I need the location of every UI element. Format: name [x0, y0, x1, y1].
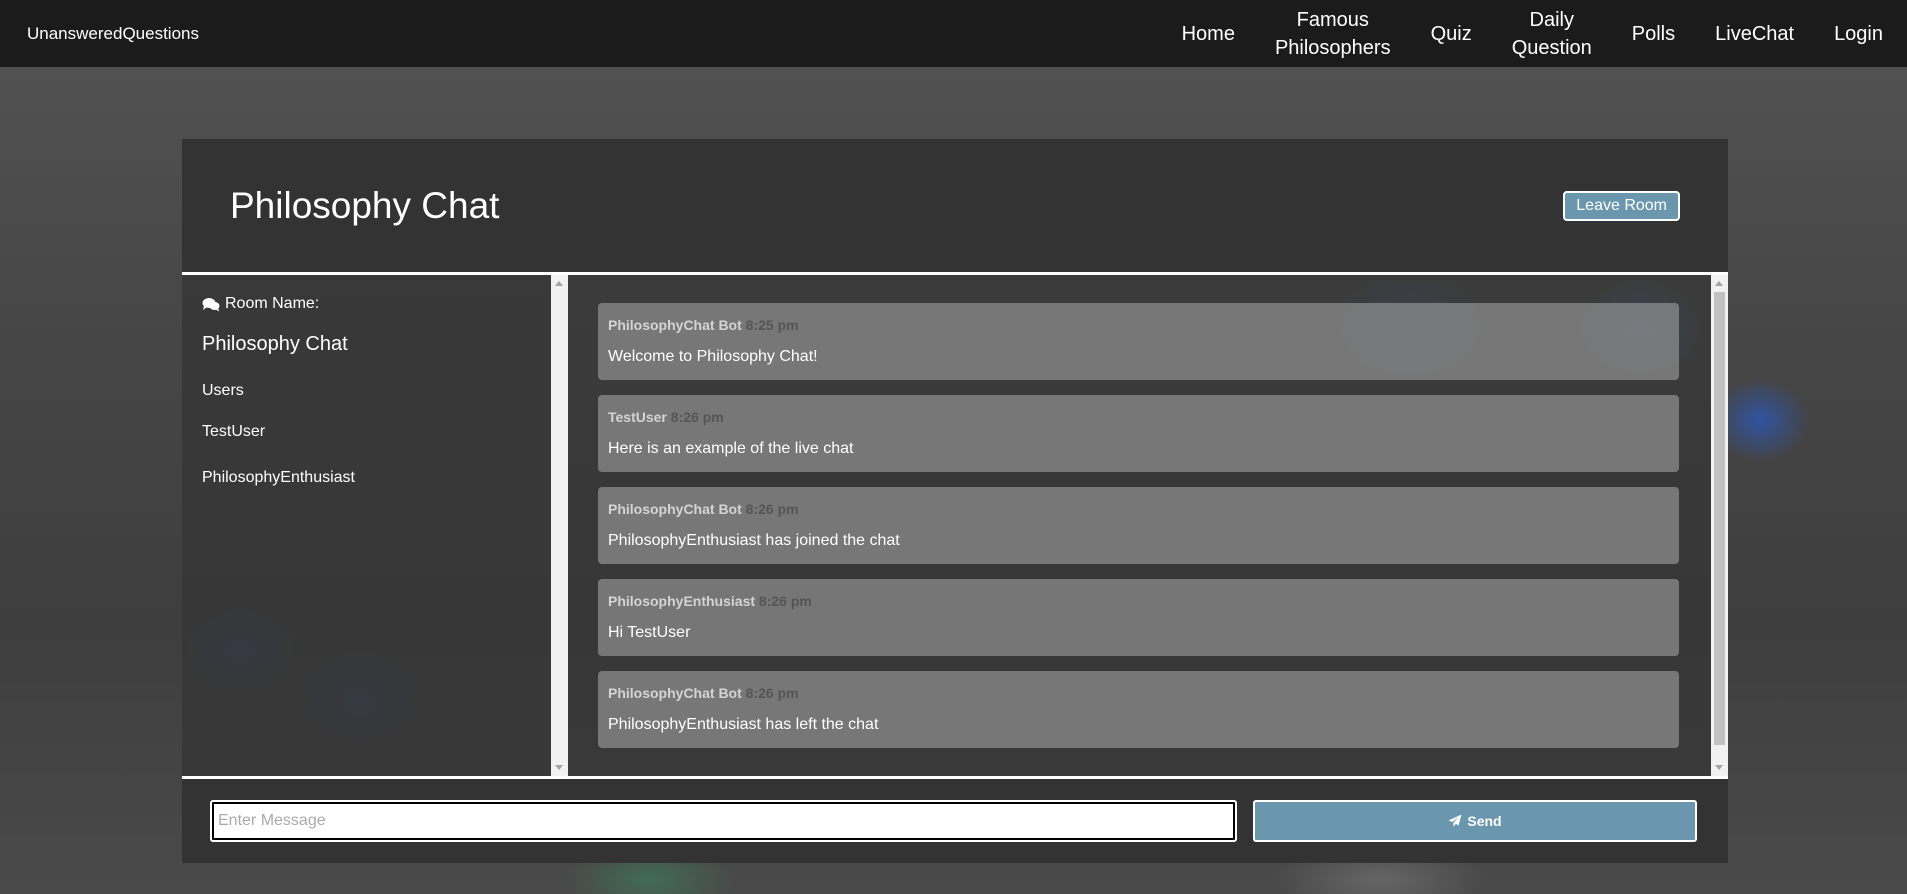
- chat-messages: PhilosophyChat Bot 8:25 pm Welcome to Ph…: [568, 275, 1711, 776]
- messages-scrollbar[interactable]: [1711, 275, 1728, 776]
- send-button-label: Send: [1467, 813, 1502, 829]
- message: TestUser 8:26 pm Here is an example of t…: [598, 395, 1679, 472]
- message-meta: PhilosophyEnthusiast 8:26 pm: [608, 593, 1669, 609]
- message-user: PhilosophyChat Bot: [608, 501, 742, 517]
- nav-link-login[interactable]: Login: [1814, 20, 1907, 48]
- nav-link-label: Login: [1834, 22, 1883, 45]
- message-text: Here is an example of the live chat: [608, 440, 854, 457]
- message-time: 8:26 pm: [758, 593, 812, 609]
- message-meta: PhilosophyChat Bot 8:25 pm: [608, 317, 1669, 333]
- user-item: PhilosophyEnthusiast: [202, 469, 355, 486]
- nav-link-home[interactable]: Home: [1162, 20, 1255, 48]
- scroll-down-arrow-icon[interactable]: [1715, 765, 1723, 770]
- chat-header: Philosophy Chat Leave Room: [182, 139, 1728, 275]
- scrollbar-thumb[interactable]: [1714, 292, 1725, 745]
- message-meta: TestUser 8:26 pm: [608, 409, 1669, 425]
- nav-link-famous-philosophers[interactable]: Famous Philosophers: [1255, 6, 1411, 62]
- nav-link-quiz[interactable]: Quiz: [1411, 20, 1492, 48]
- message-meta: PhilosophyChat Bot 8:26 pm: [608, 685, 1669, 701]
- navbar: UnansweredQuestions Home Famous Philosoph…: [0, 0, 1907, 67]
- nav-link-label: Question: [1511, 36, 1592, 59]
- chat-sidebar: Room Name: Philosophy Chat Users TestUse…: [182, 275, 551, 776]
- send-button[interactable]: Send: [1253, 800, 1697, 842]
- message-text: PhilosophyEnthusiast has left the chat: [608, 716, 879, 733]
- nav-link-label: Polls: [1631, 22, 1676, 45]
- scroll-up-arrow-icon[interactable]: [555, 281, 563, 286]
- message-input[interactable]: [210, 800, 1237, 842]
- message-time: 8:25 pm: [745, 317, 799, 333]
- nav-link-daily-question[interactable]: Daily Question: [1492, 6, 1612, 62]
- comments-icon: [202, 297, 220, 311]
- user-list: TestUser PhilosophyEnthusiast: [202, 423, 531, 487]
- message-user: TestUser: [608, 409, 667, 425]
- user-item: TestUser: [202, 423, 266, 440]
- message-meta: PhilosophyChat Bot 8:26 pm: [608, 501, 1669, 517]
- nav-link-polls[interactable]: Polls: [1612, 20, 1695, 48]
- message: PhilosophyChat Bot 8:26 pm PhilosophyEnt…: [598, 671, 1679, 748]
- message: PhilosophyChat Bot 8:26 pm PhilosophyEnt…: [598, 487, 1679, 564]
- nav-links: Home Famous Philosophers Quiz Daily Questi…: [1162, 0, 1907, 67]
- message-time: 8:26 pm: [670, 409, 724, 425]
- scroll-down-arrow-icon[interactable]: [555, 765, 563, 770]
- nav-link-label: Home: [1181, 22, 1235, 45]
- nav-link-label: Quiz: [1430, 22, 1472, 45]
- message-text: Welcome to Philosophy Chat!: [608, 348, 818, 365]
- nav-link-label: Philosophers: [1274, 36, 1391, 59]
- message-form: Send: [182, 776, 1728, 863]
- message-text: Hi TestUser: [608, 624, 691, 641]
- message: PhilosophyChat Bot 8:25 pm Welcome to Ph…: [598, 303, 1679, 380]
- nav-link-label: LiveChat: [1715, 22, 1795, 45]
- paper-plane-icon: [1448, 814, 1462, 827]
- message-user: PhilosophyEnthusiast: [608, 593, 756, 609]
- chat-main: Room Name: Philosophy Chat Users TestUse…: [182, 275, 1728, 776]
- message-user: PhilosophyChat Bot: [608, 317, 742, 333]
- sidebar-scrollbar[interactable]: [551, 275, 568, 776]
- message-user: PhilosophyChat Bot: [608, 685, 742, 701]
- message-text: PhilosophyEnthusiast has joined the chat: [608, 532, 900, 549]
- message-time: 8:26 pm: [745, 685, 799, 701]
- chat-container: Philosophy Chat Leave Room Room Name: Ph…: [182, 139, 1728, 863]
- message: PhilosophyEnthusiast 8:26 pm Hi TestUser: [598, 579, 1679, 656]
- room-label: Room Name:: [202, 295, 531, 313]
- leave-room-button[interactable]: Leave Room: [1563, 190, 1680, 221]
- brand-logo[interactable]: UnansweredQuestions: [27, 24, 199, 44]
- nav-link-livechat[interactable]: LiveChat: [1695, 20, 1814, 48]
- users-heading: Users: [202, 382, 244, 399]
- chat-title: Philosophy Chat: [230, 184, 500, 226]
- room-label-text: Room Name:: [225, 295, 320, 312]
- scroll-up-arrow-icon[interactable]: [1715, 281, 1723, 286]
- room-name: Philosophy Chat: [202, 333, 348, 355]
- nav-link-label: Daily: [1529, 8, 1574, 31]
- message-time: 8:26 pm: [745, 501, 799, 517]
- nav-link-label: Famous: [1296, 8, 1369, 31]
